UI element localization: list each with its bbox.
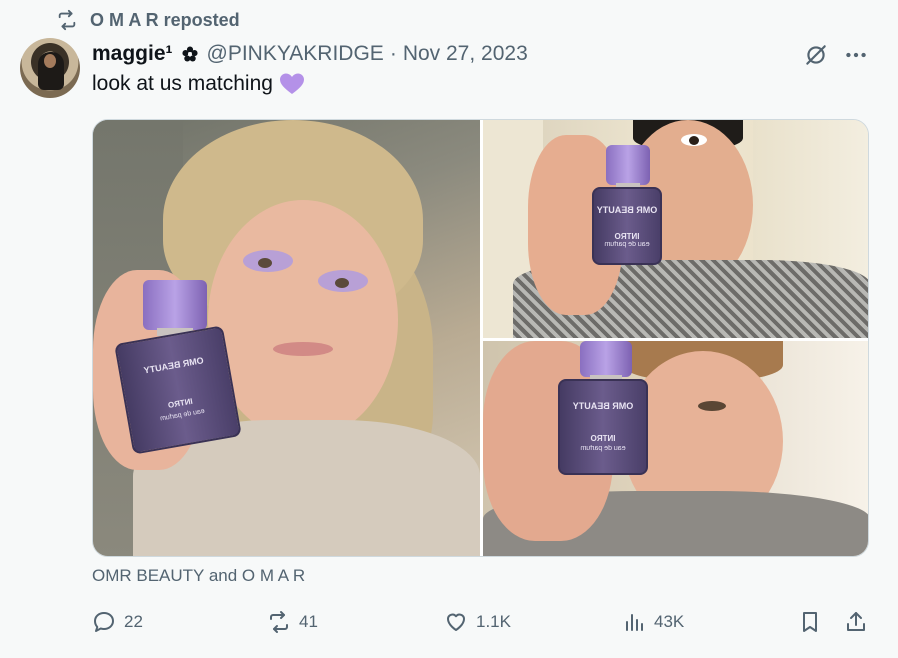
reply-button[interactable]: 22 [92, 608, 143, 636]
bottle-sub-label: eau de parfum [604, 240, 650, 248]
repost-banner-text: O M A R reposted [90, 9, 240, 30]
retweet-icon [270, 611, 288, 633]
retweet-count: 41 [299, 612, 318, 631]
reply-count: 22 [124, 612, 143, 631]
tweet-header: maggie¹ @PINKYAKRIDGE · Nov 27, 2023 [92, 40, 818, 68]
views-icon [626, 614, 643, 631]
photo-young-man-with-perfume[interactable]: OMR BEAUTY INTRO eau de parfum [483, 341, 868, 556]
retweet-button[interactable]: 41 [267, 608, 318, 636]
bookmark-button[interactable] [798, 608, 822, 636]
avatar[interactable] [20, 38, 80, 98]
bottle-brand-label: OMR BEAUTY [596, 205, 658, 216]
purple-heart-emoji-icon [279, 73, 304, 94]
bottle-name-label: INTRO [590, 434, 616, 444]
photo-woman-with-perfume[interactable]: OMR BEAUTY INTRO eau de parfum [93, 120, 480, 556]
views-button[interactable]: 43K [622, 608, 684, 636]
like-count: 1.1K [476, 612, 511, 631]
grok-icon[interactable] [803, 42, 829, 68]
bottle-sub-label: eau de parfum [580, 445, 626, 453]
tweet-date[interactable]: Nov 27, 2023 [403, 42, 528, 66]
bottle-brand-label: OMR BEAUTY [572, 401, 634, 412]
flower-badge-icon [181, 46, 198, 62]
media-grid: OMR BEAUTY INTRO eau de parfum OMR BEAUT… [92, 119, 869, 557]
share-icon [847, 612, 865, 631]
bookmark-icon [803, 612, 817, 632]
perfume-bottle: OMR BEAUTY INTRO eau de parfum [588, 145, 668, 265]
reply-icon [94, 612, 114, 632]
display-name[interactable]: maggie¹ [92, 42, 173, 66]
repost-icon [58, 9, 76, 31]
photo-man-with-perfume[interactable]: OMR BEAUTY INTRO eau de parfum [483, 120, 868, 338]
like-button[interactable]: 1.1K [444, 608, 511, 636]
like-icon [447, 613, 465, 631]
perfume-bottle: OMR BEAUTY INTRO eau de parfum [114, 280, 243, 455]
share-button[interactable] [844, 608, 868, 636]
separator-dot: · [389, 42, 397, 65]
bottle-name-label: INTRO [614, 231, 640, 241]
author-handle[interactable]: @PINKYAKRIDGE [207, 42, 384, 66]
views-count: 43K [654, 612, 685, 631]
perfume-bottle: OMR BEAUTY INTRO eau de parfum [558, 341, 658, 481]
tweet-text-body: look at us matching [92, 72, 273, 95]
more-icon[interactable] [843, 42, 869, 68]
action-bar: 22 41 1.1K 43K [92, 608, 869, 638]
repost-banner[interactable]: O M A R reposted [56, 8, 240, 32]
media-tagged-users[interactable]: OMR BEAUTY and O M A R [92, 566, 305, 586]
bottle-brand-label: OMR BEAUTY [142, 354, 205, 376]
tweet-text: look at us matching [92, 72, 305, 96]
